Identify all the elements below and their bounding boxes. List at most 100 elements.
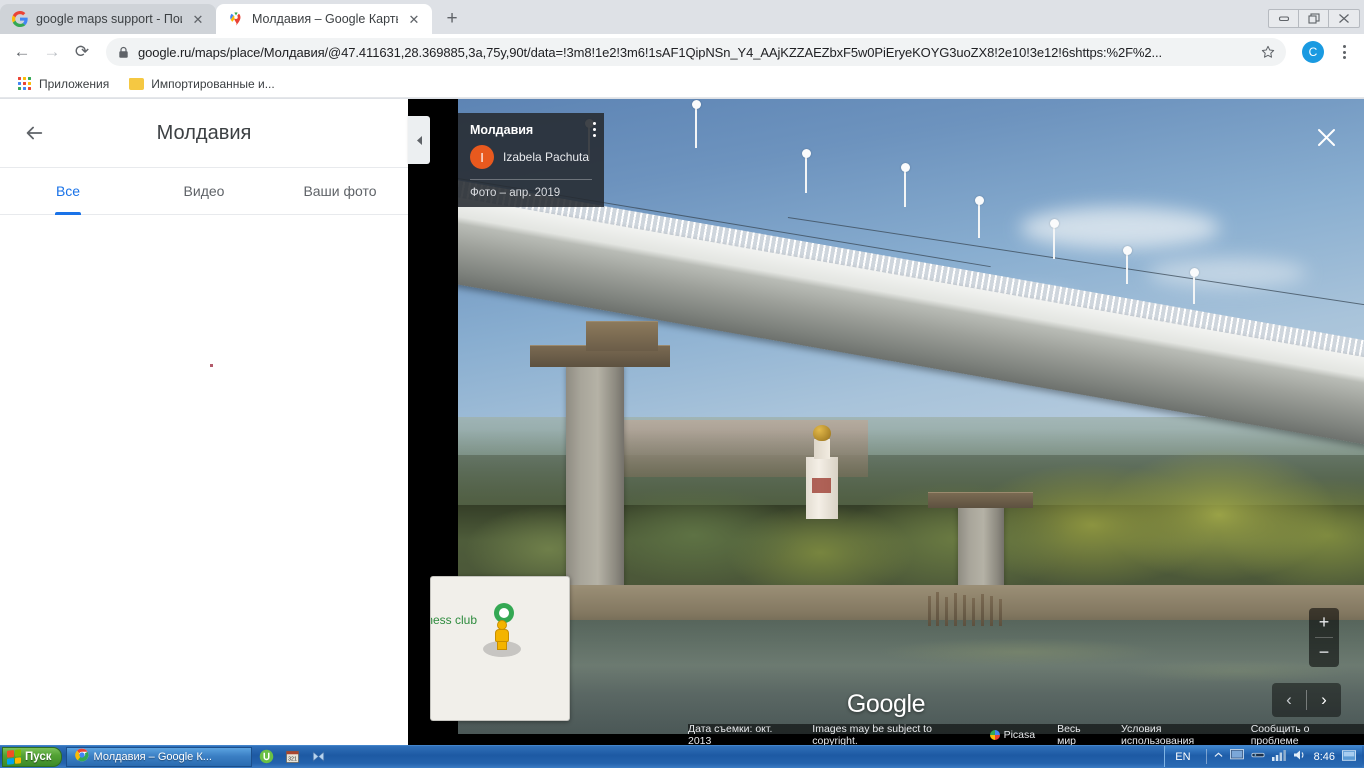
page-content: Молдавия Все Видео Ваши фото Молдавия I …	[0, 99, 1364, 745]
browser-toolbar: ← → ⟳ google.ru/maps/place/Молдавия/@47.…	[0, 34, 1364, 70]
photo-attribution-bar: Дата съемки: окт. 2013 Images may be sub…	[688, 722, 1364, 746]
utorrent-icon[interactable]	[256, 747, 278, 767]
photo-lamp-globe	[1190, 268, 1199, 277]
divider	[1205, 749, 1207, 764]
photo-lamp-post	[1053, 225, 1055, 259]
reload-button[interactable]: ⟳	[68, 38, 96, 66]
tray-clock[interactable]: 8:46	[1314, 751, 1335, 763]
photo-lamp-post	[695, 106, 697, 148]
browser-tab-2[interactable]: Молдавия – Google Карты ✕	[216, 4, 432, 34]
zoom-out-button[interactable]: −	[1309, 638, 1339, 667]
close-icon[interactable]	[1314, 125, 1338, 149]
zoom-in-button[interactable]: +	[1309, 608, 1339, 637]
photo-lamp-post	[1193, 274, 1195, 304]
picasa-link[interactable]: Picasa	[989, 728, 1036, 741]
photo-lamp-globe	[901, 163, 910, 172]
network-icon[interactable]	[1251, 750, 1265, 763]
photo-lamp-post	[978, 202, 980, 238]
profile-avatar[interactable]: C	[1302, 41, 1324, 63]
bookmark-apps[interactable]: Приложения	[10, 74, 117, 94]
pegman-icon[interactable]	[493, 620, 511, 652]
window-minimize-button[interactable]	[1269, 10, 1299, 27]
panel-collapse-button[interactable]	[408, 116, 430, 164]
chevron-up-icon[interactable]	[1214, 751, 1223, 763]
calendar-icon[interactable]: 321	[282, 747, 304, 767]
picasa-icon	[989, 729, 1000, 740]
photo-author-name: Izabela Pachuta	[503, 150, 590, 164]
tab-video[interactable]: Видео	[136, 168, 272, 214]
photo-lamp-post	[904, 169, 906, 207]
photo-lamp-post	[805, 155, 807, 193]
panel-header: Молдавия	[0, 99, 408, 168]
forward-button[interactable]: →	[38, 38, 66, 66]
start-button-label: Пуск	[25, 750, 52, 763]
show-desktop-icon[interactable]	[1342, 749, 1356, 764]
photo-author-row[interactable]: I Izabela Pachuta	[470, 145, 592, 169]
report-problem-link[interactable]: Сообщить о проблеме	[1251, 723, 1352, 746]
taskbar-window-label: Молдавия – Google К...	[93, 750, 212, 763]
volume-icon[interactable]	[1293, 749, 1307, 764]
photo-lamp-globe	[692, 100, 701, 109]
window-maximize-button[interactable]	[1299, 10, 1329, 27]
photo-card-kebab-menu-icon[interactable]	[593, 122, 596, 137]
bookmark-imported[interactable]: Импортированные и...	[121, 74, 283, 94]
kebab-menu-icon[interactable]	[1332, 38, 1356, 66]
browser-tab-1-close-icon[interactable]: ✕	[190, 11, 206, 27]
tray-language-indicator[interactable]: EN	[1173, 751, 1198, 763]
previous-photo-button[interactable]: ‹	[1272, 683, 1306, 717]
photo-date: Фото – апр. 2019	[470, 187, 561, 199]
photo-lamp-globe	[802, 149, 811, 158]
browser-tab-1-title: google maps support - Поиск в Goo	[36, 12, 182, 26]
photo-lamp-globe	[1050, 219, 1059, 228]
terms-of-use-link[interactable]: Условия использования	[1121, 723, 1229, 746]
whole-world-link[interactable]: Весь мир	[1057, 723, 1099, 746]
maps-side-panel: Молдавия Все Видео Ваши фото	[0, 99, 408, 745]
divider	[470, 179, 592, 180]
browser-tab-2-close-icon[interactable]: ✕	[406, 11, 422, 27]
bookmarks-bar: Приложения Импортированные и...	[0, 70, 1364, 98]
browser-tab-1[interactable]: google maps support - Поиск в Goo ✕	[0, 4, 216, 34]
start-button[interactable]: Пуск	[2, 746, 62, 767]
tab-your-photos[interactable]: Ваши фото	[272, 168, 408, 214]
back-button[interactable]: ←	[8, 38, 36, 66]
media-player-icon[interactable]	[308, 747, 330, 767]
photo-author-avatar: I	[470, 145, 494, 169]
arrow-back-icon[interactable]	[14, 113, 54, 153]
address-bar-url: google.ru/maps/place/Молдавия/@47.411631…	[138, 44, 1163, 60]
star-icon[interactable]	[1256, 44, 1280, 60]
signal-icon[interactable]	[1271, 749, 1286, 764]
photo-lamp-post	[1126, 252, 1128, 284]
browser-tab-2-title: Молдавия – Google Карты	[252, 12, 398, 26]
page-title: Молдавия	[156, 121, 252, 144]
windows-logo-icon	[7, 748, 21, 765]
picasa-label: Picasa	[1003, 728, 1036, 741]
folder-icon	[129, 77, 145, 90]
new-tab-button[interactable]: +	[438, 5, 466, 33]
next-photo-button[interactable]: ›	[1307, 683, 1341, 717]
monitor-icon[interactable]	[1229, 749, 1244, 764]
address-bar[interactable]: google.ru/maps/place/Молдавия/@47.411631…	[106, 38, 1286, 66]
system-tray: EN 8:46	[1164, 746, 1362, 767]
taskbar-window-button[interactable]: Молдавия – Google К...	[65, 746, 252, 767]
tab-all[interactable]: Все	[0, 168, 136, 214]
minimap[interactable]: tness club	[430, 576, 570, 721]
minimap-place-label: tness club	[431, 613, 478, 627]
bookmark-imported-label: Импортированные и...	[151, 76, 275, 91]
tab-strip: google maps support - Поиск в Goo ✕ Молд…	[0, 0, 1364, 34]
capture-date-text: Дата съемки: окт. 2013	[688, 722, 773, 746]
panel-body	[0, 215, 408, 745]
apps-grid-icon	[18, 76, 32, 91]
browser-window: google maps support - Поиск в Goo ✕ Молд…	[0, 0, 1364, 745]
google-maps-pin-icon	[228, 11, 244, 27]
photo-cloud	[1019, 206, 1220, 249]
photo-scaffold	[586, 321, 658, 351]
window-close-button[interactable]	[1329, 10, 1359, 27]
photo-lamp-globe	[1123, 246, 1132, 255]
photo-viewer: Молдавия I Izabela Pachuta Фото – апр. 2…	[408, 99, 1364, 745]
copyright-text: Images may be subject to copyright.	[812, 722, 932, 746]
google-g-icon	[12, 11, 28, 27]
photo-piling	[999, 599, 1002, 626]
photo-church	[802, 423, 842, 519]
window-controls	[1268, 9, 1360, 28]
photo-piling	[972, 598, 975, 626]
